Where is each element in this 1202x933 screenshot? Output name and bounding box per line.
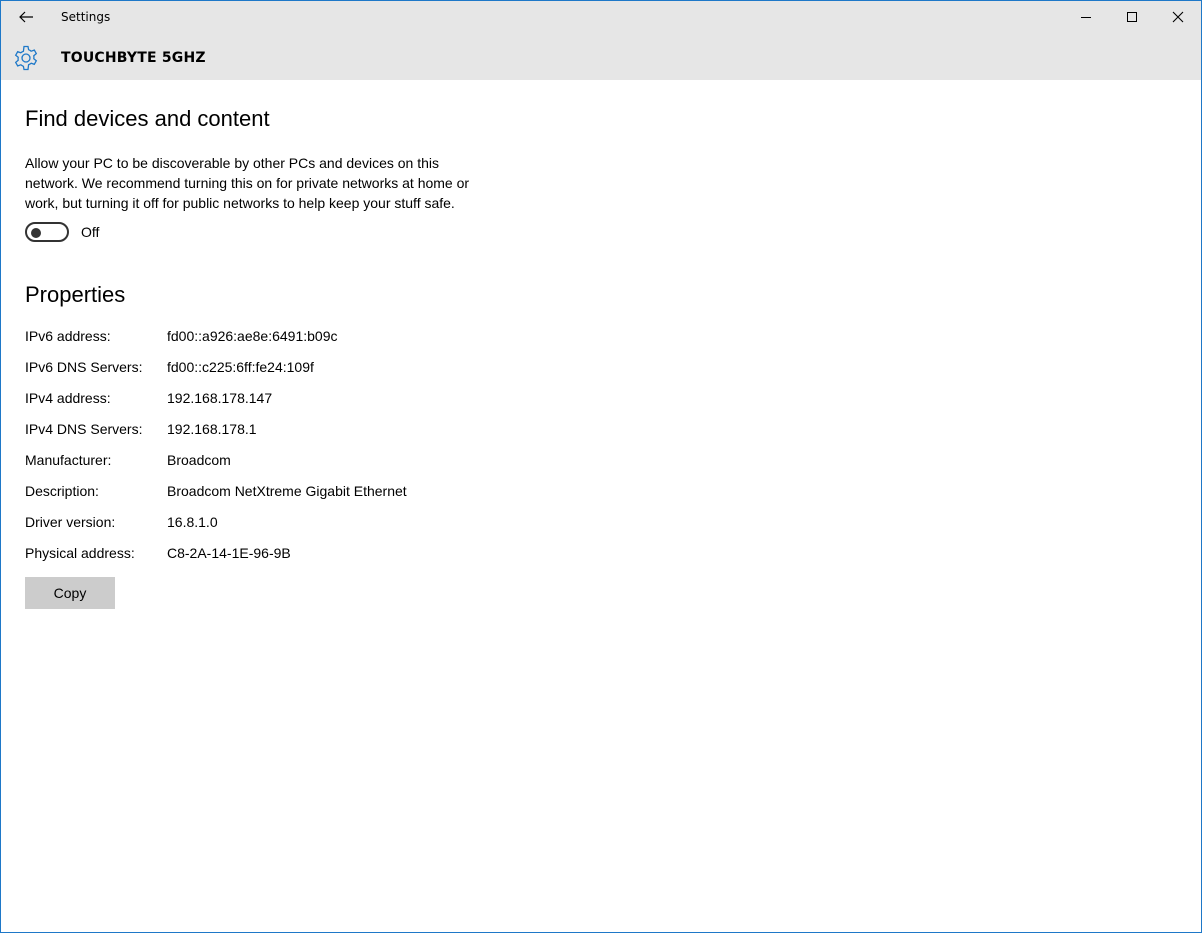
property-value: 16.8.1.0 bbox=[167, 514, 218, 530]
property-row: Manufacturer: Broadcom bbox=[25, 451, 1175, 482]
property-row: IPv6 DNS Servers: fd00::c225:6ff:fe24:10… bbox=[25, 358, 1175, 389]
settings-window: Settings TOUCHBYTE 5GHZ Find devices and… bbox=[0, 0, 1202, 933]
property-value: 192.168.178.1 bbox=[167, 421, 257, 437]
toggle-knob bbox=[31, 228, 41, 238]
property-label: IPv4 DNS Servers: bbox=[25, 421, 143, 437]
properties-section-title: Properties bbox=[25, 282, 126, 307]
property-label: Physical address: bbox=[25, 545, 135, 561]
maximize-icon bbox=[1127, 12, 1137, 22]
toggle-state-label: Off bbox=[81, 224, 100, 240]
minimize-button[interactable] bbox=[1063, 1, 1109, 33]
property-row: Description: Broadcom NetXtreme Gigabit … bbox=[25, 482, 1175, 513]
discovery-toggle-row: Off bbox=[25, 222, 1175, 242]
close-button[interactable] bbox=[1155, 1, 1201, 33]
property-row: IPv6 address: fd00::a926:ae8e:6491:b09c bbox=[25, 327, 1175, 358]
property-row: Physical address: C8-2A-14-1E-96-9B bbox=[25, 544, 1175, 575]
network-name: TOUCHBYTE 5GHZ bbox=[61, 50, 206, 66]
window-controls bbox=[1063, 1, 1201, 33]
property-value: Broadcom NetXtreme Gigabit Ethernet bbox=[167, 483, 407, 499]
property-value: 192.168.178.147 bbox=[167, 390, 273, 406]
maximize-button[interactable] bbox=[1109, 1, 1155, 33]
back-arrow-icon bbox=[19, 11, 33, 23]
property-value: Broadcom bbox=[167, 452, 231, 468]
property-row: IPv4 DNS Servers: 192.168.178.1 bbox=[25, 420, 1175, 451]
copy-button[interactable]: Copy bbox=[25, 577, 115, 609]
discovery-description: Allow your PC to be discoverable by othe… bbox=[25, 155, 470, 211]
close-icon bbox=[1172, 11, 1184, 23]
property-row: IPv4 address: 192.168.178.147 bbox=[25, 389, 1175, 420]
main-content: Find devices and content Allow your PC t… bbox=[25, 105, 1175, 609]
property-row: Driver version: 16.8.1.0 bbox=[25, 513, 1175, 544]
property-label: IPv6 address: bbox=[25, 328, 111, 344]
gear-icon bbox=[14, 45, 38, 71]
app-title: Settings bbox=[61, 10, 111, 24]
back-button[interactable] bbox=[4, 2, 48, 32]
title-bar: Settings TOUCHBYTE 5GHZ bbox=[1, 1, 1201, 80]
property-label: Driver version: bbox=[25, 514, 116, 530]
property-value: fd00::a926:ae8e:6491:b09c bbox=[167, 328, 338, 344]
property-label: Description: bbox=[25, 483, 99, 499]
discovery-toggle-switch[interactable] bbox=[25, 222, 69, 242]
property-label: Manufacturer: bbox=[25, 452, 112, 468]
properties-list: IPv6 address: fd00::a926:ae8e:6491:b09c … bbox=[25, 327, 1175, 575]
property-value: fd00::c225:6ff:fe24:109f bbox=[167, 359, 314, 375]
property-label: IPv4 address: bbox=[25, 390, 111, 406]
property-label: IPv6 DNS Servers: bbox=[25, 359, 143, 375]
property-value: C8-2A-14-1E-96-9B bbox=[167, 545, 291, 561]
minimize-icon bbox=[1081, 17, 1091, 18]
discovery-section-title: Find devices and content bbox=[25, 106, 270, 131]
